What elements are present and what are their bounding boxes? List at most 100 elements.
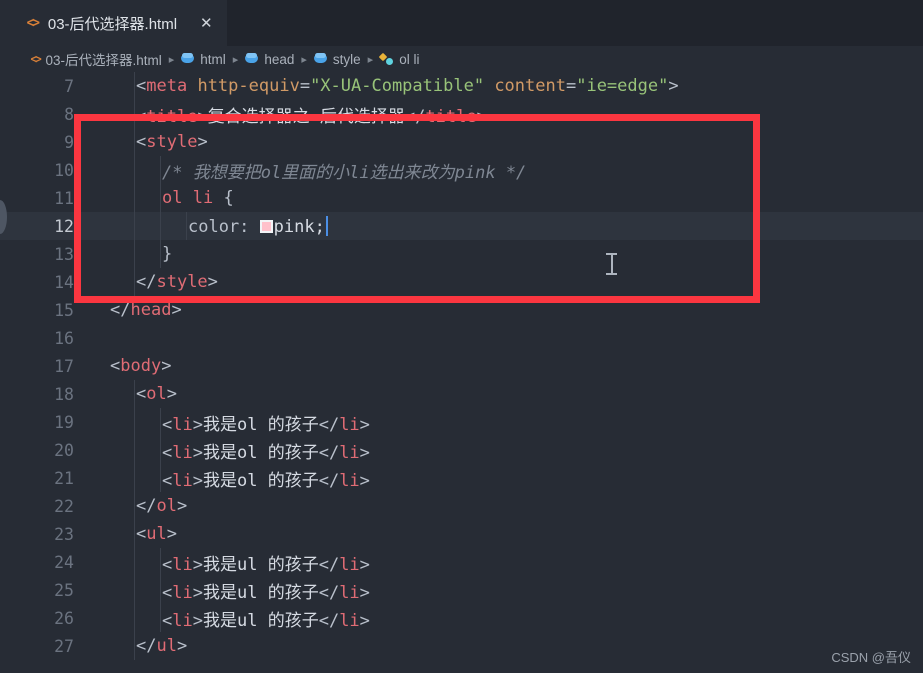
code-token-punc: < <box>162 582 173 603</box>
css-rule-icon <box>380 53 394 66</box>
code-token-val <box>484 76 494 96</box>
code-token-str: "X-UA-Compatible" <box>310 76 485 96</box>
code-text: <ol> <box>136 384 177 404</box>
code-token-punc: </ <box>136 636 157 656</box>
indent-guide <box>160 408 161 436</box>
code-text: <li>我是ol 的孩子</li> <box>162 438 370 463</box>
code-token-tag: ol <box>146 384 167 404</box>
code-token-punc: < <box>136 132 147 152</box>
breadcrumb-item-style[interactable]: style <box>313 52 361 67</box>
indent-guide <box>134 128 135 156</box>
line-number: 13 <box>54 244 74 264</box>
code-line[interactable]: 23 <ul> <box>0 520 923 548</box>
code-token-punc: < <box>136 76 147 96</box>
code-line[interactable]: 22 </ol> <box>0 492 923 520</box>
code-line[interactable]: 24 <li>我是ul 的孩子</li> <box>0 548 923 576</box>
line-number: 9 <box>64 132 74 152</box>
code-token-punc: > <box>166 524 177 544</box>
code-token-punc: > <box>359 442 370 463</box>
breadcrumb: <> 03-后代选择器.html ▸ html ▸ head ▸ style ▸ ol li <box>0 46 923 72</box>
code-line[interactable]: 19 <li>我是ol 的孩子</li> <box>0 408 923 436</box>
indent-guide <box>134 380 135 408</box>
code-token-punc: < <box>162 610 173 631</box>
code-token-punc: > <box>176 636 188 656</box>
code-line[interactable]: 26 <li>我是ul 的孩子</li> <box>0 604 923 632</box>
code-token-val: pink; <box>273 216 325 237</box>
breadcrumb-item-ol-li[interactable]: ol li <box>380 52 419 67</box>
indent-guide <box>134 240 135 268</box>
breadcrumb-item-03-html[interactable]: <> 03-后代选择器.html <box>30 49 162 69</box>
code-line[interactable]: 9 <style> <box>0 128 923 156</box>
code-token-punc: </ <box>110 300 131 320</box>
code-token-punc: > <box>668 76 679 96</box>
code-line[interactable]: 16 <box>0 324 923 352</box>
text-caret <box>325 215 328 236</box>
indent-guide <box>160 184 161 212</box>
code-text: } <box>162 244 172 264</box>
code-line[interactable]: 7 <meta http-equiv="X-UA-Compatible" cont… <box>0 72 923 100</box>
code-text: <body> <box>110 356 171 376</box>
code-line[interactable]: 14 </style> <box>0 268 923 296</box>
tab-title: 03-后代选择器.html <box>47 15 178 33</box>
indent-guide <box>134 156 135 184</box>
code-line[interactable]: 11 ol li { <box>0 184 923 212</box>
code-line[interactable]: 18 <ol> <box>0 380 923 408</box>
code-token-punc: < <box>162 554 173 575</box>
code-token-punc: </ <box>318 610 340 631</box>
code-token-punc: = <box>299 76 311 96</box>
indent-guide <box>134 72 135 100</box>
indent-guide <box>160 156 161 184</box>
indent-guide <box>160 604 161 632</box>
code-token-tag: li <box>172 442 193 463</box>
code-line[interactable]: 13} <box>0 240 923 268</box>
code-token-punc: > <box>176 496 188 516</box>
line-number: 10 <box>54 160 74 180</box>
code-text: ol li { <box>162 188 234 208</box>
line-number: 14 <box>54 272 74 292</box>
code-token-punc: > <box>161 356 172 376</box>
indent-guide <box>160 240 161 268</box>
code-token-punc: < <box>162 442 173 463</box>
line-number: 18 <box>54 384 74 404</box>
code-text: <li>我是ul 的孩子</li> <box>162 606 370 631</box>
color-swatch[interactable] <box>259 219 273 233</box>
code-text: </style> <box>136 272 218 292</box>
code-line[interactable]: 12 color: pink; <box>0 212 923 240</box>
code-line[interactable]: 10 /* 我想要把ol里面的小li选出来改为pink */ <box>0 156 923 184</box>
code-line[interactable]: 27 </ul> <box>0 632 923 660</box>
editor-tab[interactable]: <> 03-后代选择器.html ✕ <box>0 0 227 46</box>
breadcrumb-separator: ▸ <box>367 53 374 66</box>
code-token-tag: ul <box>156 636 177 656</box>
code-token-cn: 复合选择器之 后代选择器 <box>207 106 405 127</box>
code-line[interactable]: 17 <body> <box>0 352 923 380</box>
code-token-tag: li <box>172 414 193 435</box>
close-icon[interactable]: ✕ <box>200 16 213 31</box>
code-line[interactable]: 15 </head> <box>0 296 923 324</box>
indent-guide <box>134 212 135 240</box>
indent-guide <box>160 576 161 604</box>
code-token-prop: color: <box>188 216 250 237</box>
code-token-tag: li <box>172 470 193 491</box>
tab-bar-empty-space <box>226 0 923 46</box>
code-line[interactable]: 21 <li>我是ol 的孩子</li> <box>0 464 923 492</box>
code-token-tag: li <box>339 442 360 463</box>
code-line[interactable]: 20 <li>我是ol 的孩子</li> <box>0 436 923 464</box>
code-text: <title>复合选择器之 后代选择器</title> <box>136 102 487 127</box>
cube-icon <box>313 53 328 65</box>
indent-guide <box>134 604 135 632</box>
code-token-sel: ol li <box>162 188 214 208</box>
cube-icon <box>245 53 259 65</box>
code-token-str: "ie=edge" <box>576 76 669 96</box>
editor-window: <> 03-后代选择器.html ✕ <> 03-后代选择器.html ▸ html ▸… <box>0 0 923 673</box>
code-token-punc: > <box>171 300 182 320</box>
code-token-punc: </ <box>318 554 340 575</box>
indent-guide <box>186 212 187 240</box>
code-text: <li>我是ol 的孩子</li> <box>162 466 370 491</box>
code-editor[interactable]: 7 <meta http-equiv="X-UA-Compatible" cont… <box>0 72 923 673</box>
code-line[interactable]: 8 <title>复合选择器之 后代选择器</title> <box>0 100 923 128</box>
code-line[interactable]: 25 <li>我是ul 的孩子</li> <box>0 576 923 604</box>
breadcrumb-item-html[interactable]: html <box>181 52 226 67</box>
breadcrumb-item-head[interactable]: head <box>245 52 294 67</box>
code-token-punc: < <box>136 106 147 127</box>
code-token-punc: </ <box>404 106 426 127</box>
